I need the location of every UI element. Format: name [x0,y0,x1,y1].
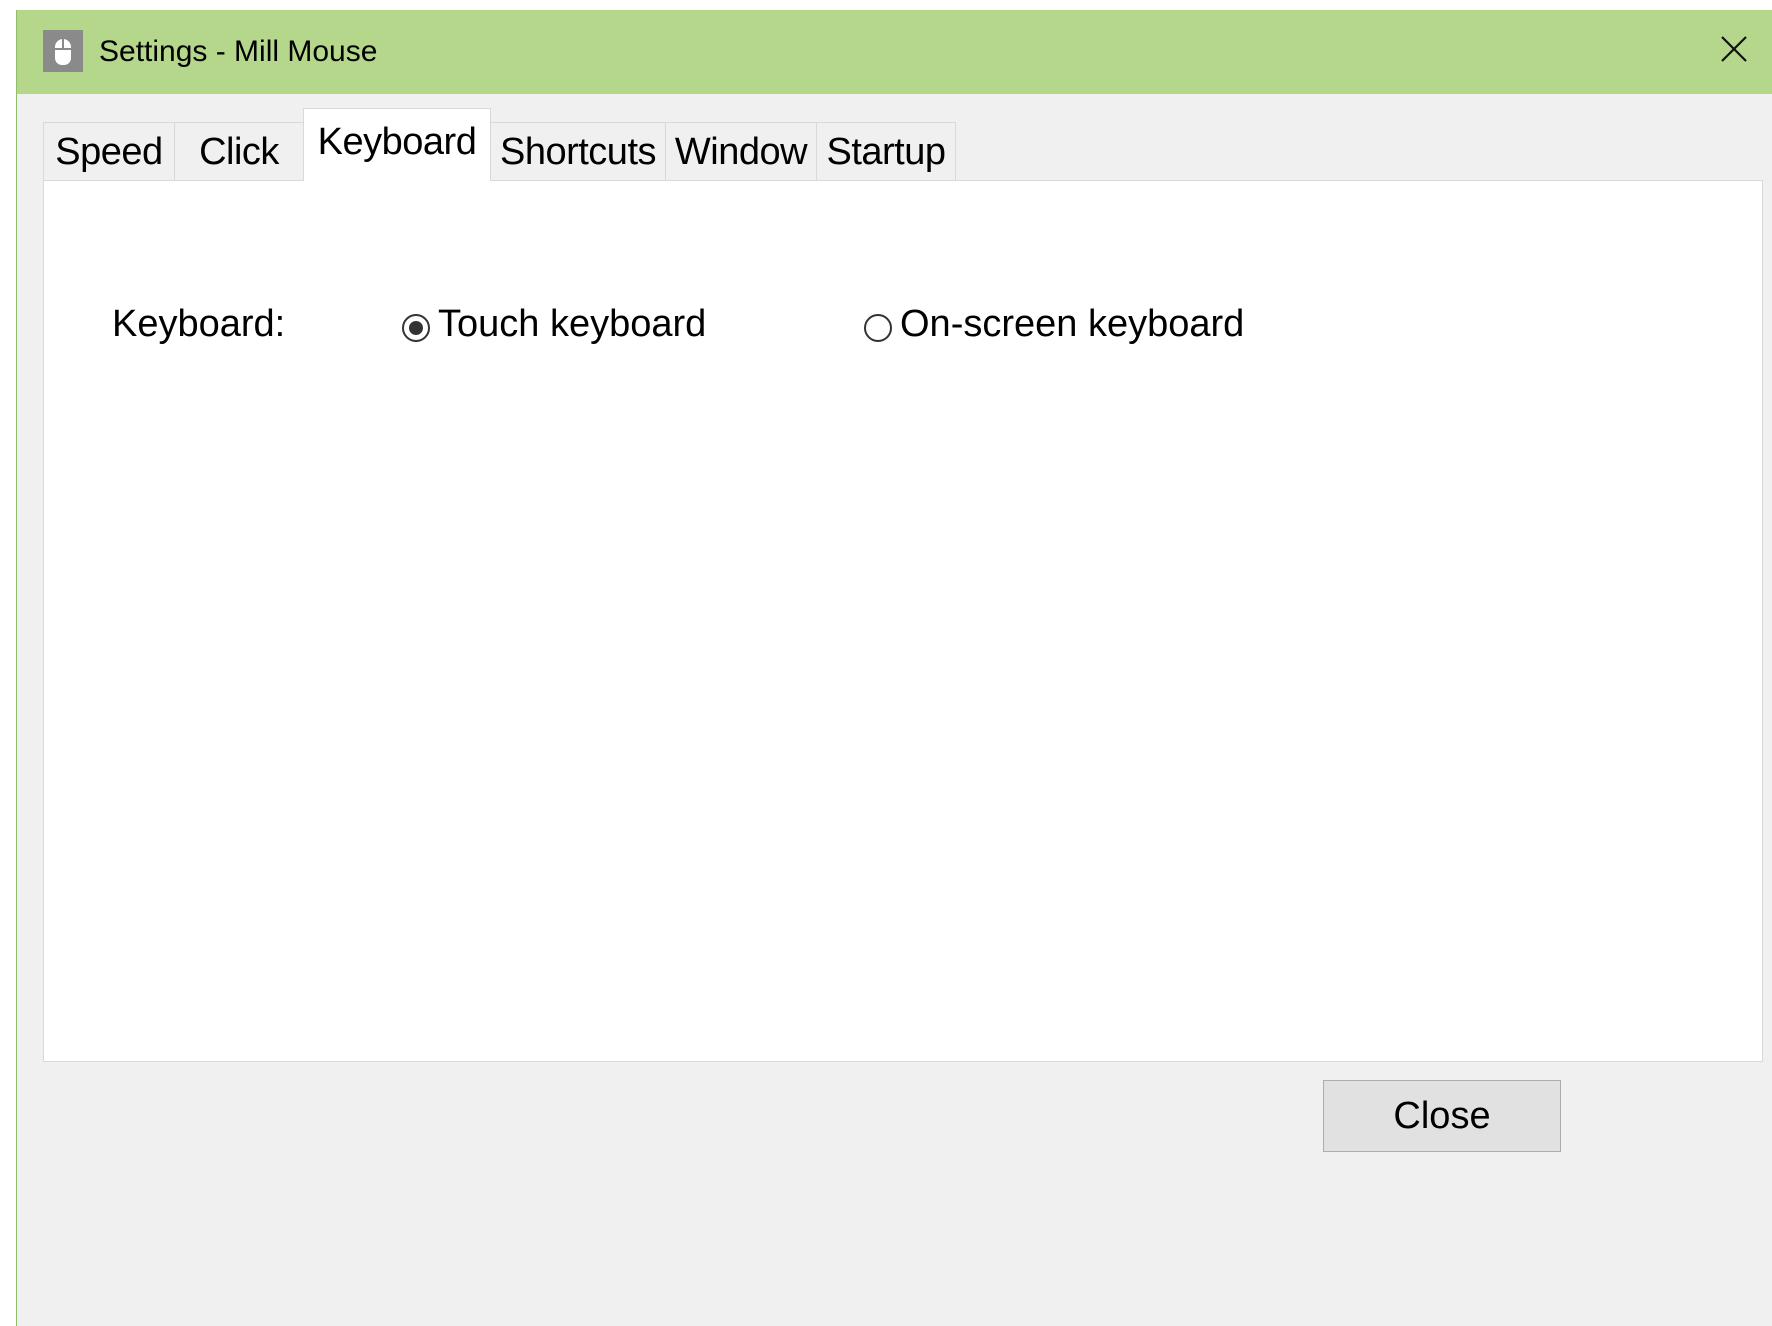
touch-keyboard-option[interactable]: Touch keyboard [402,299,706,349]
keyboard-label: Keyboard: [112,303,286,345]
title-bar[interactable]: Settings - Mill Mouse [17,10,1772,94]
close-icon[interactable] [1709,24,1759,74]
on-screen-keyboard-radio[interactable] [864,314,892,342]
mouse-icon [43,30,83,72]
close-button[interactable]: Close [1323,1080,1561,1152]
on-screen-keyboard-option[interactable]: On-screen keyboard [864,299,1244,349]
tab-window[interactable]: Window [665,122,817,180]
on-screen-keyboard-label: On-screen keyboard [900,303,1245,345]
touch-keyboard-radio[interactable] [402,314,430,342]
tab-startup[interactable]: Startup [816,122,956,180]
tab-keyboard[interactable]: Keyboard [303,108,491,181]
touch-keyboard-label: Touch keyboard [438,303,707,345]
tab-speed[interactable]: Speed [43,122,175,180]
tab-shortcuts[interactable]: Shortcuts [490,122,666,180]
settings-window: Settings - Mill Mouse Speed Click Keyboa… [16,10,1772,1326]
tab-click[interactable]: Click [174,122,304,180]
window-title: Settings - Mill Mouse [99,35,378,68]
keyboard-panel: Keyboard: Touch keyboard On-screen keybo… [43,180,1763,1062]
